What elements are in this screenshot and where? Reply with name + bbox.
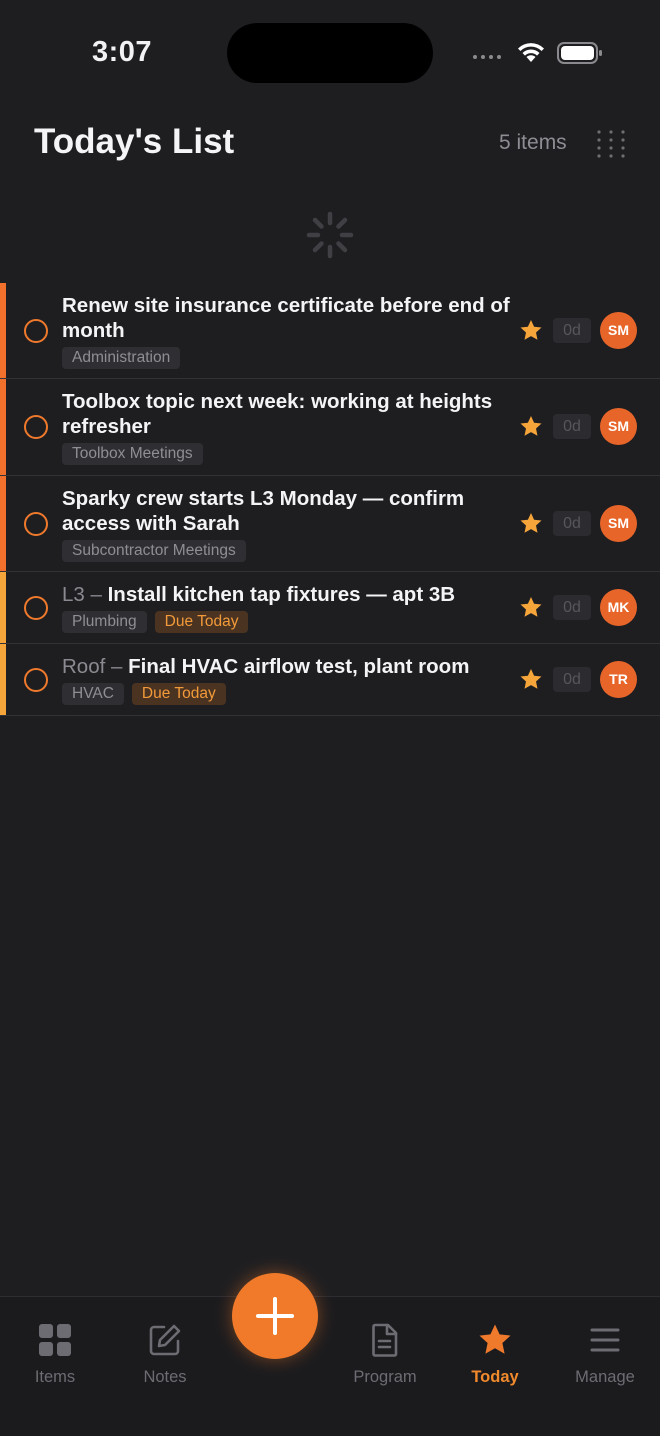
loading-spinner-icon — [306, 211, 354, 259]
star-icon[interactable] — [519, 512, 543, 535]
item-title: Sparky crew starts L3 Monday — confirm a… — [62, 487, 465, 535]
today-list: Renew site insurance certificate before … — [0, 283, 660, 716]
tab-items[interactable]: Items — [0, 1323, 110, 1387]
menu-icon — [590, 1328, 620, 1352]
tab-label: Manage — [575, 1368, 635, 1386]
star-icon — [479, 1324, 511, 1354]
status-bar: 3:07 — [0, 0, 660, 100]
tab-label: Program — [353, 1368, 417, 1386]
cellular-signal-icon — [473, 55, 501, 59]
edit-icon — [149, 1324, 181, 1356]
item-count: 5 items — [499, 131, 567, 154]
days-badge: 0d — [553, 667, 591, 692]
tab-bar: Items Notes Program Today Manage — [0, 1296, 660, 1436]
category-tag[interactable]: Toolbox Meetings — [62, 443, 203, 465]
battery-icon — [557, 42, 602, 64]
complete-checkbox[interactable] — [24, 668, 48, 692]
dynamic-island — [227, 23, 433, 83]
star-icon[interactable] — [519, 415, 543, 438]
category-tag[interactable]: Plumbing — [62, 611, 147, 633]
avatar[interactable]: MK — [600, 589, 637, 626]
category-tag[interactable]: Administration — [62, 347, 181, 369]
wifi-icon — [518, 43, 544, 62]
days-badge: 0d — [553, 511, 591, 536]
avatar[interactable]: SM — [600, 312, 637, 349]
star-icon[interactable] — [519, 668, 543, 691]
item-title: Renew site insurance certificate before … — [62, 294, 510, 342]
item-title: L3 – Install kitchen tap fixtures — apt … — [62, 583, 456, 606]
status-time: 3:07 — [92, 36, 153, 68]
category-tag[interactable]: Subcontractor Meetings — [62, 540, 246, 562]
list-item[interactable]: Sparky crew starts L3 Monday — confirm a… — [0, 476, 660, 572]
due-badge: Due Today — [154, 611, 249, 633]
list-item[interactable]: Renew site insurance certificate before … — [0, 283, 660, 379]
days-badge: 0d — [553, 318, 591, 343]
tab-manage[interactable]: Manage — [550, 1323, 660, 1387]
complete-checkbox[interactable] — [24, 415, 48, 439]
add-item-button[interactable] — [232, 1273, 318, 1359]
star-icon[interactable] — [519, 319, 543, 342]
tab-label: Notes — [143, 1368, 187, 1386]
drag-grid-icon[interactable] — [594, 128, 628, 160]
avatar[interactable]: SM — [600, 505, 637, 542]
avatar[interactable]: TR — [600, 661, 637, 698]
tab-today[interactable]: Today — [440, 1323, 550, 1387]
list-item[interactable]: Roof – Final HVAC airflow test, plant ro… — [0, 644, 660, 716]
item-title: Roof – Final HVAC airflow test, plant ro… — [62, 655, 470, 678]
tab-label: Items — [34, 1368, 76, 1386]
tab-program[interactable]: Program — [330, 1323, 440, 1387]
item-title: Toolbox topic next week: working at heig… — [62, 390, 493, 438]
avatar[interactable]: SM — [600, 408, 637, 445]
due-badge: Due Today — [131, 683, 226, 705]
category-tag[interactable]: HVAC — [62, 683, 124, 705]
document-icon — [372, 1323, 398, 1357]
complete-checkbox[interactable] — [24, 319, 48, 343]
star-icon[interactable] — [519, 596, 543, 619]
complete-checkbox[interactable] — [24, 596, 48, 620]
tab-notes[interactable]: Notes — [110, 1323, 220, 1387]
grid-icon — [39, 1324, 71, 1356]
list-item[interactable]: L3 – Install kitchen tap fixtures — apt … — [0, 572, 660, 644]
days-badge: 0d — [553, 595, 591, 620]
complete-checkbox[interactable] — [24, 512, 48, 536]
list-item[interactable]: Toolbox topic next week: working at heig… — [0, 379, 660, 476]
page-title: Today's List — [34, 122, 235, 161]
tab-label: Today — [471, 1368, 519, 1386]
days-badge: 0d — [553, 414, 591, 439]
